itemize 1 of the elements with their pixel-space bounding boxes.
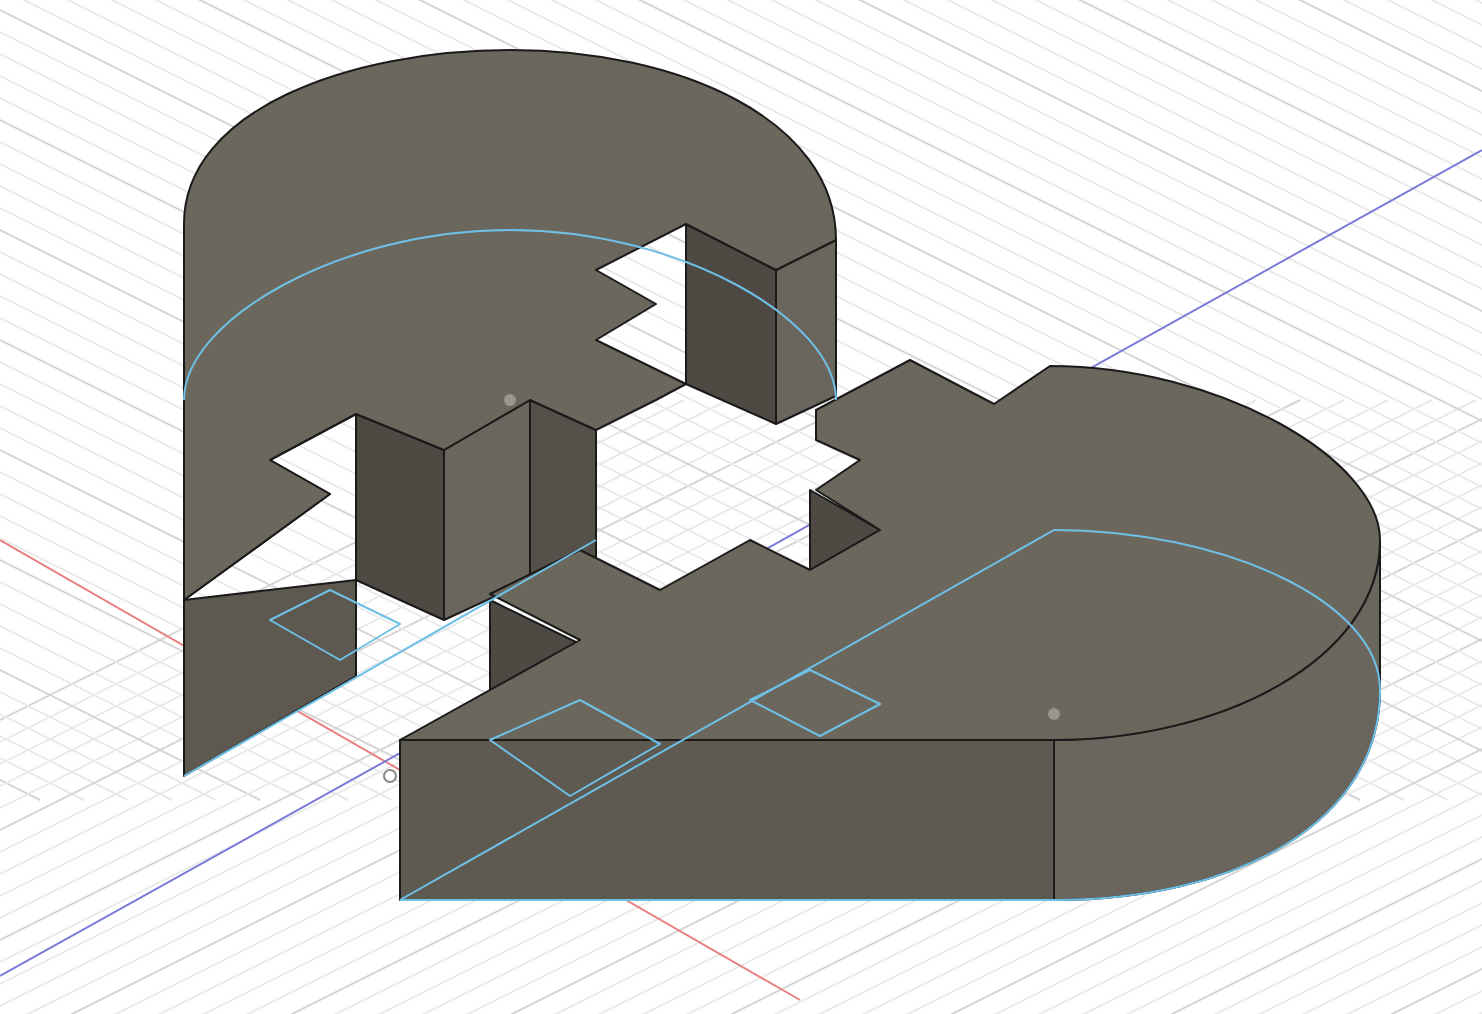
- origin-icon: [383, 769, 397, 783]
